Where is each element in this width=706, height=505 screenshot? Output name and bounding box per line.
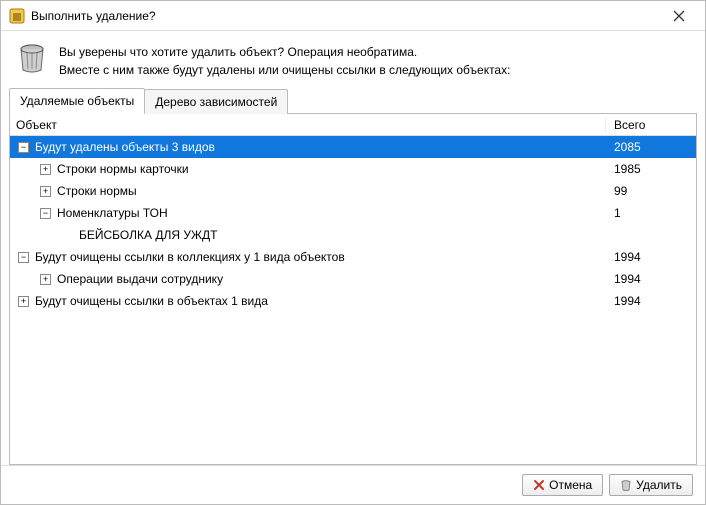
app-icon: [9, 8, 25, 24]
cell-count: 2085: [606, 140, 696, 154]
row-label: БЕЙСБОЛКА ДЛЯ УЖДТ: [79, 228, 217, 242]
cell-count: 1994: [606, 272, 696, 286]
delete-icon: [620, 479, 632, 491]
table-row[interactable]: + Операции выдачи сотруднику 1994: [10, 268, 696, 290]
row-label: Будут очищены ссылки в коллекциях у 1 ви…: [35, 250, 345, 264]
grid-header: Объект Всего: [10, 114, 696, 136]
tab-deleted-objects[interactable]: Удаляемые объекты: [9, 88, 145, 114]
tab-bar: Удаляемые объекты Дерево зависимостей: [1, 87, 705, 113]
row-label: Номенклатуры ТОН: [57, 206, 168, 220]
cancel-label: Отмена: [549, 478, 592, 492]
cell-object: −Будут очищены ссылки в коллекциях у 1 в…: [10, 250, 606, 264]
cell-object: + Операции выдачи сотруднику: [10, 272, 606, 286]
cell-count: 1994: [606, 294, 696, 308]
cell-count: 1: [606, 206, 696, 220]
cell-object: БЕЙСБОЛКА ДЛЯ УЖДТ: [10, 228, 606, 242]
tab-dependency-tree[interactable]: Дерево зависимостей: [144, 89, 288, 114]
close-icon: [673, 10, 685, 22]
footer: Отмена Удалить: [1, 465, 705, 504]
delete-button[interactable]: Удалить: [609, 474, 693, 496]
message-line2: Вместе с ним также будут удалены или очи…: [59, 61, 510, 79]
collapse-icon[interactable]: −: [40, 208, 51, 219]
cancel-button[interactable]: Отмена: [522, 474, 603, 496]
expand-icon[interactable]: +: [40, 186, 51, 197]
close-button[interactable]: [659, 2, 699, 30]
column-total[interactable]: Всего: [606, 118, 696, 132]
column-object[interactable]: Объект: [10, 118, 606, 132]
cell-count: 1985: [606, 162, 696, 176]
table-row[interactable]: + Будут очищены ссылки в объектах 1 вида 1…: [10, 290, 696, 312]
table-row[interactable]: + Строки нормы карточки 1985: [10, 158, 696, 180]
collapse-icon[interactable]: −: [18, 142, 29, 153]
expand-icon[interactable]: +: [40, 164, 51, 175]
cell-object: −Номенклатуры ТОН: [10, 206, 606, 220]
cell-object: + Строки нормы карточки: [10, 162, 606, 176]
cell-object: + Строки нормы: [10, 184, 606, 198]
expand-icon[interactable]: +: [18, 296, 29, 307]
delete-label: Удалить: [636, 478, 682, 492]
row-label: Операции выдачи сотруднику: [57, 272, 223, 286]
cell-object: + Будут очищены ссылки в объектах 1 вида: [10, 294, 606, 308]
cancel-icon: [533, 479, 545, 491]
cell-count: 99: [606, 184, 696, 198]
table-row[interactable]: + Строки нормы 99: [10, 180, 696, 202]
cell-object: −Будут удалены объекты 3 видов: [10, 140, 606, 154]
row-label: Будут удалены объекты 3 видов: [35, 140, 215, 154]
trash-icon: [15, 41, 49, 75]
grid-body: −Будут удалены объекты 3 видов2085+Строк…: [10, 136, 696, 464]
row-label: Строки нормы карточки: [57, 162, 189, 176]
table-row[interactable]: −Будут очищены ссылки в коллекциях у 1 в…: [10, 246, 696, 268]
window-title: Выполнить удаление?: [31, 9, 659, 23]
table-row[interactable]: −Будут удалены объекты 3 видов2085: [10, 136, 696, 158]
message-header: Вы уверены что хотите удалить объект? Оп…: [1, 31, 705, 87]
collapse-icon[interactable]: −: [18, 252, 29, 263]
table-row[interactable]: БЕЙСБОЛКА ДЛЯ УЖДТ: [10, 224, 696, 246]
message-line1: Вы уверены что хотите удалить объект? Оп…: [59, 43, 510, 61]
row-label: Будут очищены ссылки в объектах 1 вида: [35, 294, 268, 308]
table-row[interactable]: −Номенклатуры ТОН1: [10, 202, 696, 224]
message-text: Вы уверены что хотите удалить объект? Оп…: [59, 41, 510, 79]
row-label: Строки нормы: [57, 184, 137, 198]
cell-count: 1994: [606, 250, 696, 264]
titlebar: Выполнить удаление?: [1, 1, 705, 31]
expand-icon[interactable]: +: [40, 274, 51, 285]
tree-grid: Объект Всего −Будут удалены объекты 3 ви…: [9, 113, 697, 465]
